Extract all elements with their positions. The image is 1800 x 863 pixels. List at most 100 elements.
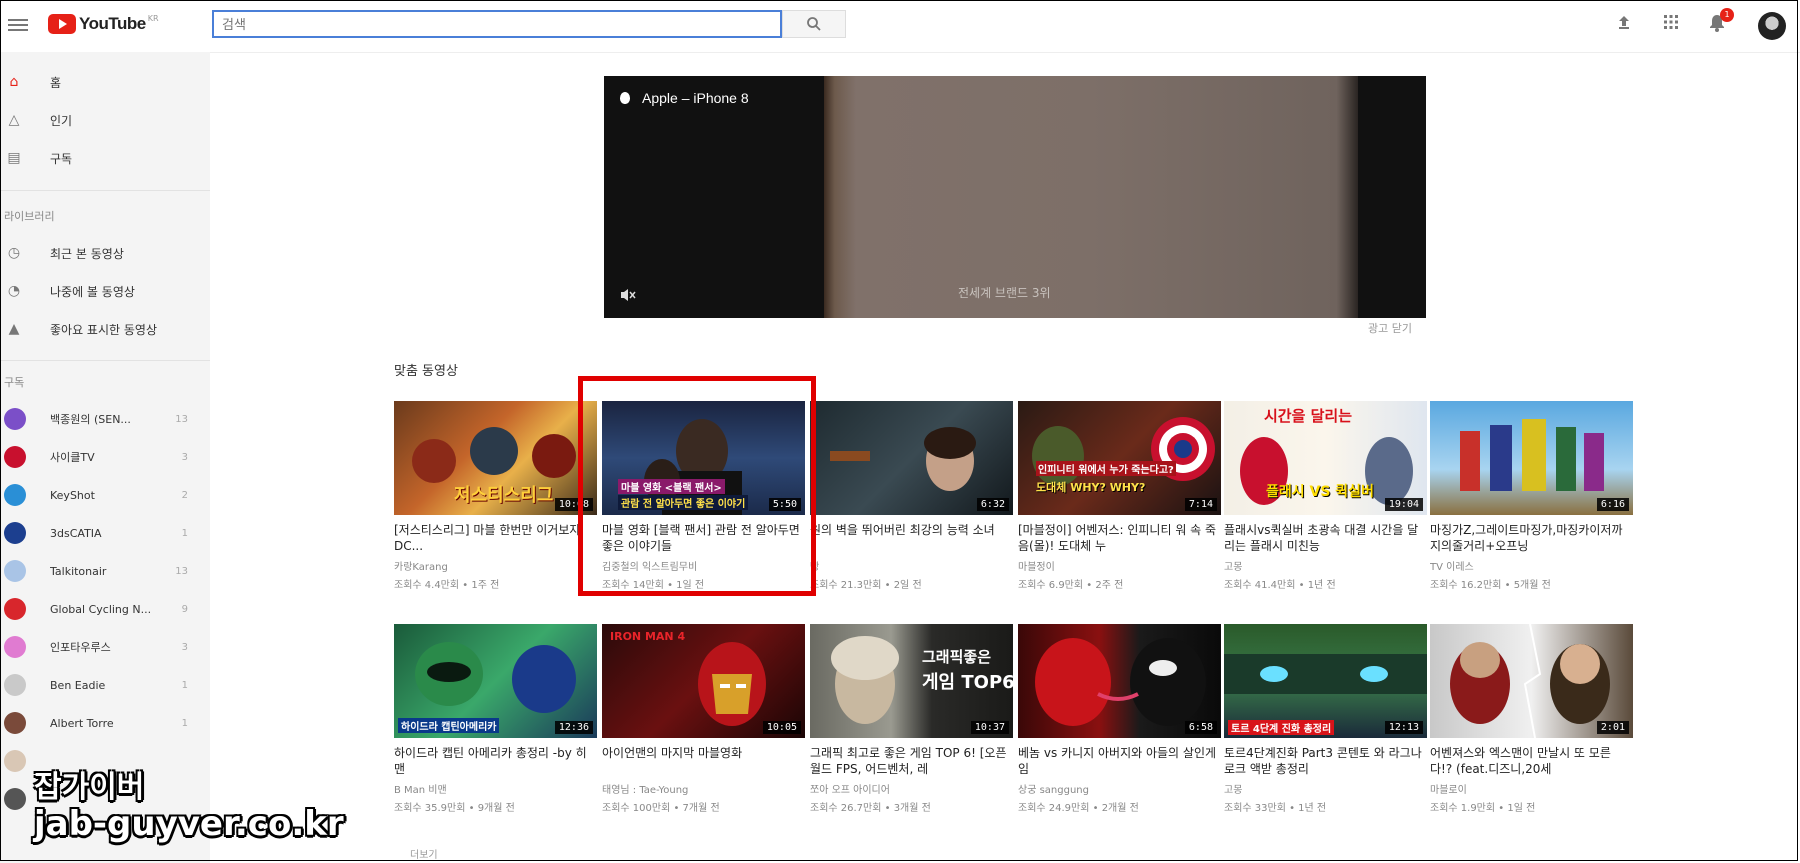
video-title[interactable]: 어벤져스와 엑스맨이 만날시 또 모른다!? (feat.디즈니,20세 [1430,745,1633,777]
search-input[interactable] [212,10,782,38]
video-thumbnail[interactable]: 하이드라 캡틴아메리카 12:36 [394,624,597,738]
menu-icon[interactable] [8,16,28,32]
video-thumbnail[interactable]: 그래픽좋은 게임 TOP6 10:37 [810,624,1013,738]
video-meta: 조회수 33만회 • 1년 전 [1224,803,1327,814]
subscription-item[interactable]: 백종원의 (SEN... 13 [0,404,210,434]
video-meta: 조회수 35.9만회 • 9개월 전 [394,803,515,814]
logo-region: KR [147,14,159,23]
channel-name: KeyShot [50,488,95,502]
channel-name[interactable]: 쪼아 오프 아이디어 [810,781,1013,796]
show-more-link[interactable]: 더보기 [410,846,438,861]
subscription-item[interactable]: Ben Eadie 1 [0,670,210,700]
video-title[interactable]: 마징가Z,그레이트마징가,마징카이저까지의줄거리+오프닝 [1430,522,1633,554]
channel-name: Global Cycling N... [50,602,150,616]
video-thumbnail[interactable]: IRON MAN 4 10:05 [602,624,805,738]
video-card[interactable]: 토르 4단계 진화 총정리 12:13 토르4단계진화 Part3 콘텐토 와 … [1224,624,1427,814]
thumbs-up-icon: ▲ [8,321,20,337]
video-title[interactable]: 하이드라 캡틴 아메리카 총정리 -by 히맨 [394,745,597,777]
video-card[interactable]: 2:01 어벤져스와 엑스맨이 만날시 또 모른다!? (feat.디즈니,20… [1430,624,1633,814]
site-watermark: 잡가이버 jab-guyver.co.kr [34,762,344,844]
channel-name[interactable]: 카랑Karang [394,558,597,573]
channel-name[interactable]: 상궁 sanggung [1018,781,1221,796]
channel-name[interactable]: 마블로이 [1430,781,1633,796]
sidebar-item-trending[interactable]: △ 인기 [0,105,210,135]
video-card[interactable]: 시간을 달리는 플래시 VS 퀵실버 19:04 플래시vs퀵실버 초광속 대결… [1224,401,1427,591]
sidebar-item-home[interactable]: ⌂ 홈 [0,67,210,97]
subscription-item[interactable]: 3dsCATIA 1 [0,518,210,548]
subscription-item[interactable]: KeyShot 2 [0,480,210,510]
channel-name[interactable]: 빵 [810,558,1013,573]
video-thumbnail[interactable]: 인피니티 워에서 누가 죽는다고? 도대체 WHY? WHY? 7:14 [1018,401,1221,515]
notification-badge: 1 [1720,8,1734,22]
video-card[interactable]: IRON MAN 4 10:05 아이언맨의 마지막 마블영화 태영님 : Ta… [602,624,805,814]
channel-avatar [4,560,26,582]
video-title[interactable]: 아이언맨의 마지막 마블영화 [602,745,805,777]
search-button[interactable] [782,10,846,38]
video-thumbnail[interactable]: 시간을 달리는 플래시 VS 퀵실버 19:04 [1224,401,1427,515]
video-card[interactable]: 저스티스리그 10:08 [저스티스리그] 마블 한번만 이거보자 DC... … [394,401,597,591]
sidebar-item-watch-later[interactable]: ◔ 나중에 볼 동영상 [0,276,210,306]
video-card[interactable]: 6:16 마징가Z,그레이트마징가,마징카이저까지의줄거리+오프닝 TV 이레스… [1430,401,1633,591]
video-duration: 6:58 [1184,721,1217,734]
thumbnail-caption: 토르 4단계 진화 총정리 [1228,720,1335,735]
video-card[interactable]: 6:58 베놈 vs 카니지 아버지와 아들의 살인게임 상궁 sanggung… [1018,624,1221,814]
video-thumbnail[interactable]: 토르 4단계 진화 총정리 12:13 [1224,624,1427,738]
youtube-logo[interactable]: YouTube KR [48,14,159,34]
new-video-count: 1 [181,717,188,729]
channel-name[interactable]: 고몽 [1224,781,1427,796]
channel-avatar [4,674,26,696]
sidebar-item-subscriptions[interactable]: ▤ 구독 [0,143,210,173]
channel-name: Ben Eadie [50,678,106,692]
video-thumbnail[interactable]: 6:16 [1430,401,1633,515]
video-thumbnail[interactable]: 저스티스리그 10:08 [394,401,597,515]
mute-icon[interactable] [620,288,636,306]
video-card[interactable]: 하이드라 캡틴아메리카 12:36 하이드라 캡틴 아메리카 총정리 -by 히… [394,624,597,814]
video-duration: 6:16 [1596,498,1629,511]
channel-avatar [4,484,26,506]
video-thumbnail[interactable]: 2:01 [1430,624,1633,738]
video-card[interactable]: 인피니티 워에서 누가 죽는다고? 도대체 WHY? WHY? 7:14 [마블… [1018,401,1221,591]
home-icon: ⌂ [9,74,19,90]
channel-name[interactable]: TV 이레스 [1430,558,1633,573]
subscription-item[interactable]: Albert Torre 1 [0,708,210,738]
video-thumbnail[interactable]: 6:32 [810,401,1013,515]
video-title[interactable]: 그래픽 최고로 좋은 게임 TOP 6! [오픈월드 FPS, 어드벤처, 레 [810,745,1013,777]
video-title[interactable]: [저스티스리그] 마블 한번만 이거보자 DC... [394,522,597,554]
video-title[interactable]: 베놈 vs 카니지 아버지와 아들의 살인게임 [1018,745,1221,777]
subscription-item[interactable]: Global Cycling N... 9 [0,594,210,624]
channel-name[interactable]: 고몽 [1224,558,1427,573]
sidebar-item-liked[interactable]: ▲ 좋아요 표시한 동영상 [0,314,210,344]
video-duration: 10:05 [762,721,801,734]
channel-avatar [4,522,26,544]
account-avatar[interactable] [1758,12,1786,40]
channel-name[interactable]: B Man 비맨 [394,781,597,796]
channel-name[interactable]: 태영님 : Tae-Young [602,781,805,796]
video-meta: 조회수 21.3만회 • 2일 전 [810,580,922,591]
thumbnail-caption: 인피니티 워에서 누가 죽는다고? [1036,461,1176,476]
notifications-icon[interactable]: 1 [1706,8,1734,36]
ad-title: Apple – iPhone 8 [642,90,749,106]
channel-avatar [4,750,26,772]
channel-avatar [4,712,26,734]
video-title[interactable]: [마블정이] 어벤저스: 인피니티 워 속 죽음(몰)! 도대체 누 [1018,522,1221,554]
video-card[interactable]: 그래픽좋은 게임 TOP6 10:37 그래픽 최고로 좋은 게임 TOP 6!… [810,624,1013,814]
video-title[interactable]: 원의 벽을 뛰어버린 최강의 능력 소녀 [810,522,1013,554]
video-title[interactable]: 토르4단계진화 Part3 콘텐토 와 라그나로크 액받 총정리 [1224,745,1427,777]
sidebar-item-history[interactable]: ◷ 최근 본 동영상 [0,238,210,268]
video-duration: 6:32 [976,498,1009,511]
upload-icon[interactable] [1613,14,1635,36]
watermark-url: jab-guyver.co.kr [34,804,344,844]
channel-name[interactable]: 마블정이 [1018,558,1221,573]
subscription-item[interactable]: 인포타우루스 3 [0,632,210,662]
subscription-item[interactable]: 사이클TV 3 [0,442,210,472]
channel-avatar [4,408,26,430]
subscription-item[interactable]: Talkitonair 13 [0,556,210,586]
apps-icon[interactable] [1660,14,1682,36]
sidebar: ⌂ 홈 △ 인기 ▤ 구독 라이브러리 ◷ 최근 본 동영상 ◔ 나중에 볼 동… [0,52,210,863]
sidebar-item-label: 홈 [50,75,62,90]
video-title[interactable]: 플래시vs퀵실버 초광속 대결 시간을 달리는 플래시 미친능 [1224,522,1427,554]
ad-video-player[interactable]: Apple – iPhone 8 전세계 브랜드 3위 [604,76,1426,318]
close-ad-link[interactable]: 광고 닫기 [1368,320,1412,336]
video-thumbnail[interactable]: 6:58 [1018,624,1221,738]
video-card[interactable]: 6:32 원의 벽을 뛰어버린 최강의 능력 소녀 빵 조회수 21.3만회 •… [810,401,1013,591]
